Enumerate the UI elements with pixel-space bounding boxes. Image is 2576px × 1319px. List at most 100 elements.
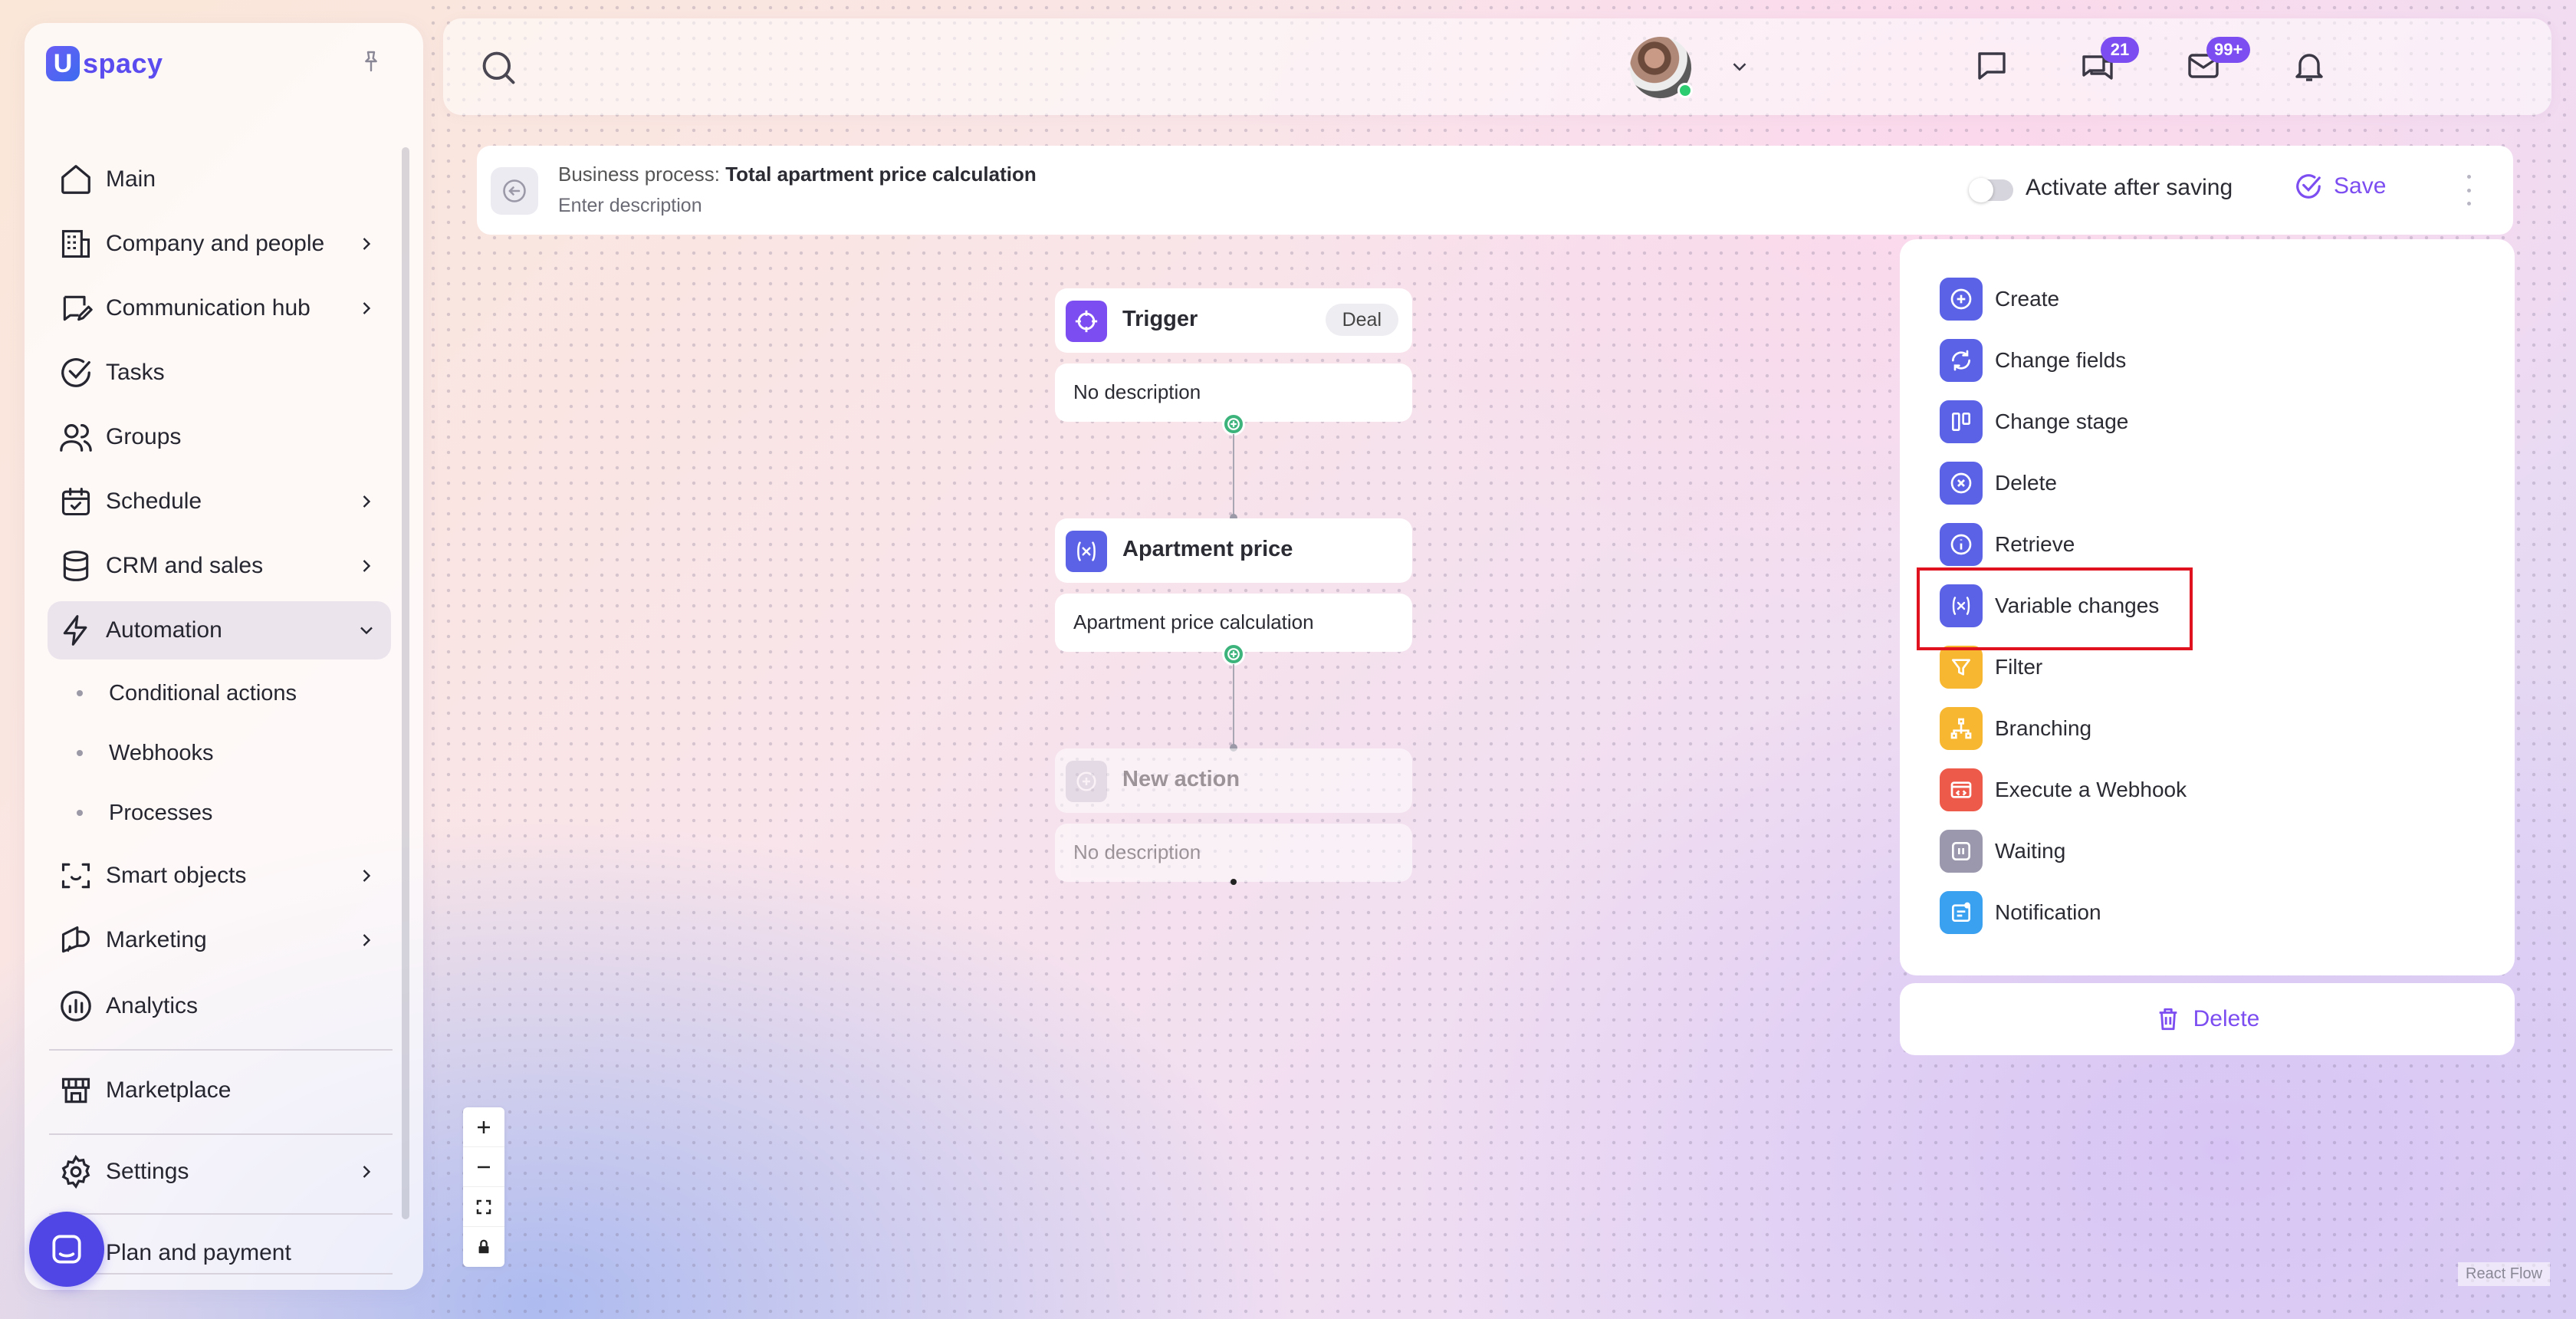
delete-node-button[interactable]: Delete [1900, 983, 2515, 1055]
sidebar-item-label: Groups [106, 424, 182, 449]
lock-button[interactable] [463, 1227, 504, 1267]
flow-node-trigger[interactable]: Trigger Deal [1055, 288, 1412, 353]
node-description: No description [1073, 380, 1201, 403]
action-label: Filter [1995, 655, 2043, 679]
action-label: Notification [1995, 900, 2101, 924]
avatar[interactable] [1630, 37, 1693, 98]
sidebar-divider [49, 1213, 393, 1215]
process-description[interactable]: Enter description [558, 195, 702, 217]
plus-icon [1227, 418, 1240, 430]
more-options-icon[interactable] [2463, 175, 2475, 206]
pin-icon[interactable] [356, 46, 386, 77]
sidebar-item-company[interactable]: Company and people [48, 215, 391, 273]
fit-view-button[interactable] [463, 1187, 504, 1227]
zoom-in-button[interactable] [463, 1107, 504, 1147]
process-title-prefix: Business process: [558, 163, 720, 186]
flow-node-apartment-price[interactable]: Apartment price [1055, 518, 1412, 583]
x-circle-icon [1940, 462, 1983, 505]
branch-icon [1940, 707, 1983, 750]
sidebar-divider [49, 1049, 393, 1051]
action-create[interactable]: Create [1940, 276, 2059, 322]
sidebar-item-communication[interactable]: Communication hub [48, 279, 391, 337]
sidebar-item-schedule[interactable]: Schedule [48, 472, 391, 531]
delete-label: Delete [2193, 1006, 2260, 1031]
save-button[interactable]: Save [2294, 172, 2386, 201]
sidebar-scrollbar[interactable] [402, 147, 409, 1219]
sidebar-item-label: Automation [106, 617, 222, 643]
plus-circle-icon [1066, 761, 1107, 802]
chats-badge: 21 [2101, 37, 2139, 63]
bullet [77, 750, 83, 756]
users-icon [55, 416, 97, 458]
action-notification[interactable]: Notification [1940, 890, 2101, 936]
sidebar-item-label: Analytics [106, 993, 199, 1018]
sidebar-item-label: Company and people [106, 231, 325, 256]
action-branching[interactable]: Branching [1940, 706, 2091, 752]
flow-node-new-action-description[interactable]: No description [1055, 824, 1412, 882]
chat-edit-icon [55, 288, 97, 329]
arrow-left-icon [503, 179, 526, 202]
zoom-out-button[interactable] [463, 1147, 504, 1187]
sidebar-item-marketing[interactable]: Marketing [48, 911, 391, 969]
mail-badge: 99+ [2206, 37, 2251, 63]
online-status [1677, 83, 1693, 98]
sidebar-item-analytics[interactable]: Analytics [48, 977, 391, 1035]
sidebar-subitem-label: Processes [109, 800, 213, 825]
sidebar-item-label: Main [106, 166, 156, 192]
add-step-button[interactable] [1222, 643, 1245, 666]
add-step-button[interactable] [1222, 413, 1245, 436]
top-bar: 21 99+ [443, 18, 2551, 115]
action-execute-webhook[interactable]: Execute a Webhook [1940, 767, 2187, 813]
logo-text: spacy [83, 48, 163, 79]
chevron-down-icon[interactable] [1728, 55, 1751, 78]
sidebar-item-main[interactable]: Main [48, 150, 391, 209]
chats-button[interactable]: 21 [2076, 37, 2139, 87]
action-change-stage[interactable]: Change stage [1940, 399, 2128, 445]
action-filter[interactable]: Filter [1940, 644, 2042, 690]
messages-icon[interactable] [1970, 44, 2013, 87]
building-icon [55, 223, 97, 265]
sidebar-item-settings[interactable]: Settings [48, 1143, 391, 1201]
crosshair-icon [1066, 301, 1107, 342]
mail-button[interactable]: 99+ [2182, 37, 2251, 87]
flow-node-new-action[interactable]: New action [1055, 748, 1412, 813]
react-flow-attribution[interactable]: React Flow [2458, 1262, 2551, 1286]
connector-handle[interactable] [1230, 879, 1237, 885]
sidebar-subitem-processes[interactable]: Processes [48, 788, 212, 837]
sidebar-item-label: CRM and sales [106, 553, 264, 578]
process-header: Business process: Total apartment price … [477, 146, 2513, 235]
sidebar-item-tasks[interactable]: Tasks [48, 344, 391, 402]
process-name[interactable]: Total apartment price calculation [725, 163, 1037, 186]
back-button[interactable] [491, 167, 538, 215]
sidebar-item-label: Marketing [106, 927, 207, 952]
support-chat-button[interactable] [29, 1212, 104, 1287]
action-retrieve[interactable]: Retrieve [1940, 521, 2075, 567]
sidebar-item-marketplace[interactable]: Marketplace [48, 1061, 391, 1120]
action-label: Waiting [1995, 839, 2066, 863]
sidebar-subitem-label: Conditional actions [109, 680, 297, 706]
sidebar-item-crm[interactable]: CRM and sales [48, 537, 391, 595]
node-description: Apartment price calculation [1073, 610, 1314, 633]
chevron-right-icon [363, 870, 371, 882]
sidebar-item-label: Schedule [106, 488, 202, 514]
bell-icon[interactable] [2288, 44, 2331, 87]
trash-icon [2159, 1008, 2177, 1031]
sidebar-item-automation[interactable]: Automation [48, 601, 391, 660]
sidebar-item-label: Marketplace [106, 1077, 232, 1103]
sidebar-item-groups[interactable]: Groups [48, 408, 391, 466]
sidebar-subitem-conditional-actions[interactable]: Conditional actions [48, 669, 297, 718]
action-change-fields[interactable]: Change fields [1940, 337, 2126, 383]
action-delete[interactable]: Delete [1940, 460, 2057, 506]
logo[interactable]: U spacy [46, 46, 163, 81]
action-waiting[interactable]: Waiting [1940, 828, 2065, 874]
action-label: Delete [1995, 471, 2057, 495]
node-tag: Deal [1325, 304, 1398, 336]
sidebar-subitem-label: Webhooks [109, 740, 214, 765]
refresh-icon [1940, 339, 1983, 382]
sidebar-item-label: Communication hub [106, 295, 310, 321]
sidebar-item-smart-objects[interactable]: Smart objects [48, 847, 391, 905]
sidebar-subitem-webhooks[interactable]: Webhooks [48, 729, 214, 778]
search-icon[interactable] [478, 48, 518, 87]
sidebar-divider [49, 1133, 393, 1135]
activate-toggle[interactable] [1969, 178, 2013, 202]
